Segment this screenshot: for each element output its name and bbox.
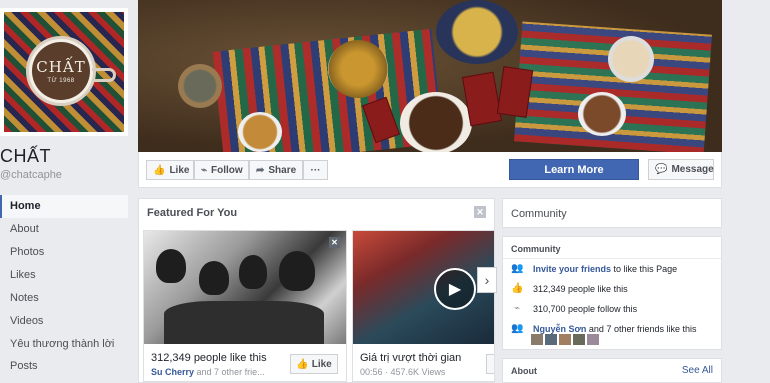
community-header-title: Community (511, 208, 567, 220)
left-nav: Home About Photos Likes Notes Videos Yêu… (0, 195, 128, 378)
page-name[interactable]: CHẤT (0, 146, 51, 167)
photo-figure (164, 301, 324, 344)
avatar[interactable] (587, 334, 599, 345)
friend-name-link[interactable]: Nguyễn Sơn (533, 324, 586, 334)
avatar[interactable] (559, 334, 571, 345)
like-label: Like (169, 164, 190, 176)
nav-item-photos[interactable]: Photos (0, 241, 128, 264)
share-arrow-icon: ➦ (256, 164, 265, 176)
featured-video-card[interactable]: ▶ Giá trị vượt thời gian 00:56 · 457.6K … (352, 230, 495, 382)
page-handle[interactable]: @chatcaphe (0, 169, 62, 181)
people-icon: 👥 (511, 323, 524, 334)
chevron-right-icon[interactable]: › (477, 267, 497, 293)
cover-photo[interactable] (138, 0, 722, 152)
likes-row: 👍 312,349 people like this (511, 283, 628, 294)
nav-item-about[interactable]: About (0, 218, 128, 241)
follows-row: ⌁ 310,700 people follow this (511, 303, 637, 314)
featured-card[interactable]: ✕ 312,349 people like this Su Cherry and… (143, 230, 347, 382)
play-icon[interactable]: ▶ (434, 268, 476, 310)
close-icon[interactable]: ✕ (474, 206, 486, 218)
logo-since: TỪ 1968 (47, 78, 75, 84)
avatar[interactable] (531, 334, 543, 345)
photo-figure (239, 255, 267, 289)
message-label: Message (671, 164, 714, 175)
card-friends-rest: and 7 other frie... (196, 367, 265, 377)
learn-more-button[interactable]: Learn More (509, 159, 639, 180)
close-icon[interactable]: ✕ (329, 237, 340, 248)
featured-title: Featured For You (147, 207, 238, 219)
share-label: Share (268, 164, 297, 176)
card-like-button[interactable]: 👍 Like (290, 354, 338, 374)
card-friends-text: Su Cherry and 7 other frie... (151, 367, 279, 377)
logo-cup: CHẤT TỪ 1968 (26, 36, 96, 106)
divider (503, 258, 721, 259)
photo-figure (279, 251, 315, 291)
follow-button[interactable]: ⌁ Follow (194, 160, 249, 180)
avatar[interactable] (545, 334, 557, 345)
cup-handle (92, 68, 116, 82)
like-button[interactable]: 👍 Like (146, 160, 194, 180)
share-button[interactable]: ➦ Share (249, 160, 303, 180)
nav-item-likes[interactable]: Likes (0, 264, 128, 287)
cover-bowl (238, 112, 282, 152)
thumbs-up-icon: 👍 (296, 358, 309, 370)
message-button[interactable]: 💬 Message (648, 159, 714, 180)
friend-name-link[interactable]: Su Cherry (151, 367, 194, 377)
about-box: About See All (502, 358, 722, 383)
card-like-button[interactable] (486, 354, 494, 374)
cover-bowl (400, 92, 472, 152)
logo-inner: CHẤT TỪ 1968 (32, 42, 90, 100)
likes-count[interactable]: 312,349 people like this (533, 284, 628, 294)
friend-avatars (531, 334, 599, 345)
video-meta: 00:56 · 457.6K Views (360, 367, 446, 377)
friends-text: Nguyễn Sơn and 7 other friends like this (533, 324, 696, 334)
community-header: Community (502, 198, 722, 228)
nav-item-notes[interactable]: Notes (0, 287, 128, 310)
nav-item-posts[interactable]: Posts (0, 355, 128, 378)
thumbs-up-icon: 👍 (153, 164, 166, 176)
avatar[interactable] (573, 334, 585, 345)
community-box-title: Community (511, 244, 561, 254)
thumbs-up-icon: 👍 (511, 283, 524, 294)
follow-label: Follow (211, 164, 243, 176)
ellipsis-icon: ··· (310, 164, 321, 176)
card-like-label: Like (311, 358, 332, 370)
cover-cup (608, 36, 654, 82)
photo-figure (156, 249, 186, 283)
invite-row: 👥 Invite your friends to like this Page (511, 263, 677, 274)
cover-bowl (328, 40, 388, 98)
featured-panel: Featured For You ✕ ✕ 312,349 people like… (138, 198, 497, 383)
more-options-button[interactable]: ··· (303, 160, 328, 180)
profile-picture[interactable]: CHẤT TỪ 1968 (0, 8, 128, 136)
messenger-icon: 💬 (655, 164, 668, 175)
cover-cup (578, 92, 626, 136)
featured-photo[interactable] (144, 231, 346, 344)
nav-item-videos[interactable]: Videos (0, 310, 128, 333)
friends-row: 👥 Nguyễn Sơn and 7 other friends like th… (511, 323, 696, 334)
invite-text: Invite your friends to like this Page (533, 264, 677, 274)
video-title[interactable]: Giá trị vượt thời gian (360, 352, 461, 364)
about-title: About (511, 366, 537, 376)
nav-item-home[interactable]: Home (0, 195, 128, 218)
logo-brand: CHẤT (36, 58, 86, 76)
card-likes-text: 312,349 people like this (151, 352, 267, 364)
see-all-link[interactable]: See All (682, 365, 713, 376)
community-box: Community 👥 Invite your friends to like … (502, 236, 722, 350)
invite-rest: to like this Page (613, 263, 678, 274)
nav-item-custom-tab[interactable]: Yêu thương thành lời (0, 333, 128, 355)
facebook-page: CHẤT TỪ 1968 CHẤT @chatcaphe Home About … (0, 0, 770, 383)
rss-icon: ⌁ (201, 164, 208, 176)
follows-count[interactable]: 310,700 people follow this (533, 304, 637, 314)
invite-friends-link[interactable]: Invite your friends (533, 264, 611, 274)
cover-bowl (178, 64, 222, 108)
cover-bowl (436, 0, 518, 64)
page-action-bar: 👍 Like ⌁ Follow ➦ Share ··· Learn More 💬… (138, 152, 722, 188)
photo-figure (199, 261, 229, 295)
friends-rest: and 7 other friends like this (588, 323, 697, 334)
rss-icon: ⌁ (513, 303, 521, 314)
people-icon: 👥 (511, 263, 524, 274)
